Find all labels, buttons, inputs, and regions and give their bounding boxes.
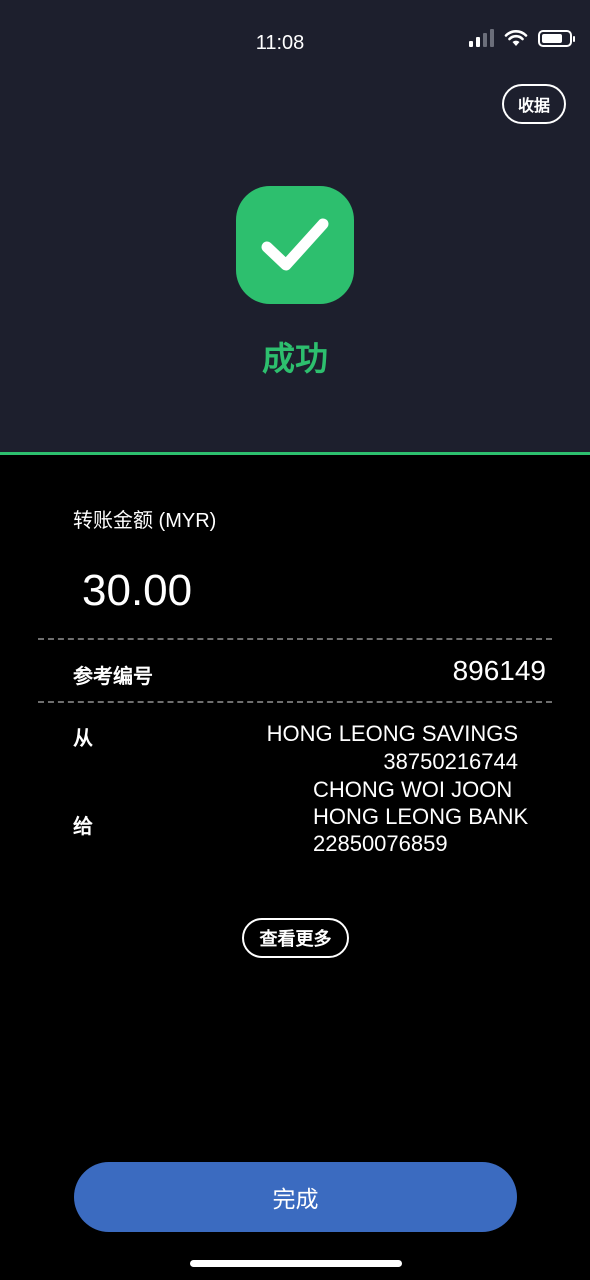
reference-label: 参考编号: [73, 666, 153, 688]
from-account-name: HONG LEONG SAVINGS: [266, 721, 518, 746]
status-indicators: [469, 26, 575, 50]
amount-value: 30.00: [82, 566, 193, 615]
to-label: 给: [73, 816, 93, 838]
battery-fill: [542, 33, 562, 43]
success-status-label: 成功: [262, 340, 328, 377]
done-button[interactable]: 完成: [74, 1162, 517, 1232]
to-account-details: CHONG WOI JOON HONG LEONG BANK 228500768…: [313, 776, 528, 857]
success-checkmark-icon: [236, 186, 354, 304]
receipt-button[interactable]: 收据: [502, 84, 566, 124]
from-account-number: 38750216744: [383, 749, 518, 774]
signal-icon: [469, 29, 494, 47]
from-label: 从: [73, 728, 93, 750]
battery-icon: [538, 29, 575, 47]
home-indicator[interactable]: [190, 1260, 402, 1267]
wifi-icon: [504, 30, 528, 46]
to-bank: HONG LEONG BANK: [313, 804, 529, 829]
header-divider: [0, 452, 590, 455]
from-account-details: HONG LEONG SAVINGS 38750216744: [267, 720, 518, 776]
divider-dashed: [38, 701, 552, 703]
to-account-number: 22850076859: [313, 831, 448, 856]
reference-value: 896149: [452, 655, 546, 686]
to-name: CHONG WOI JOON: [313, 777, 513, 802]
divider-dashed: [38, 638, 552, 640]
amount-label: 转账金额 (MYR): [73, 510, 217, 532]
view-more-button[interactable]: 查看更多: [242, 918, 349, 958]
